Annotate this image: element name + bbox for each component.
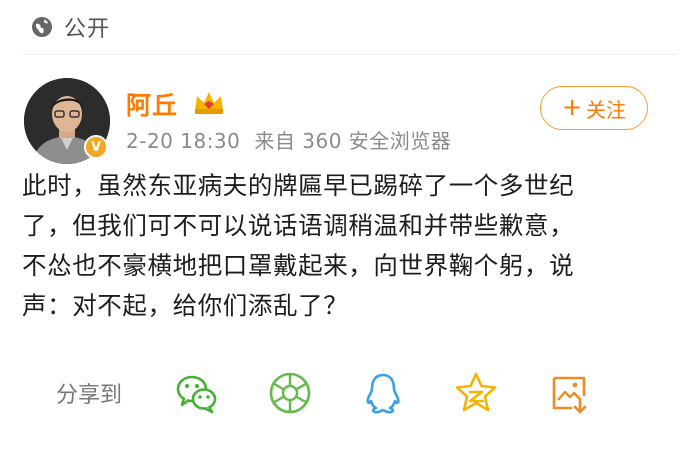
qzone-share-button[interactable] bbox=[453, 370, 499, 416]
author-name[interactable]: 阿丘 bbox=[126, 86, 178, 122]
post-line: 了，但我们可不可以说话语调稍温和并带些歉意， bbox=[22, 211, 575, 240]
moments-share-button[interactable] bbox=[267, 370, 313, 416]
follow-button[interactable]: + 关注 bbox=[540, 86, 648, 130]
save-image-icon bbox=[552, 376, 587, 414]
qq-share-button[interactable] bbox=[360, 370, 406, 416]
moments-icon bbox=[269, 372, 311, 414]
share-label: 分享到 bbox=[56, 383, 123, 408]
wechat-share-button[interactable] bbox=[174, 370, 220, 416]
globe-icon bbox=[32, 17, 52, 37]
post-line: 此时，虽然东亚病夫的牌匾早已踢碎了一个多世纪 bbox=[22, 171, 575, 200]
visibility-label: 公开 bbox=[64, 17, 111, 42]
post-time: 2-20 18:30 bbox=[126, 129, 241, 153]
follow-label: 关注 bbox=[586, 97, 627, 122]
save-image-button[interactable] bbox=[546, 370, 592, 416]
visibility-indicator: 公开 bbox=[30, 10, 110, 44]
post-text: 此时，虽然东亚病夫的牌匾早已踢碎了一个多世纪 了，但我们可不可以说话语调稍温和并… bbox=[22, 166, 682, 326]
qzone-icon bbox=[455, 372, 497, 412]
post-source[interactable]: 来自 360 安全浏览器 bbox=[254, 129, 451, 153]
wechat-icon bbox=[176, 375, 217, 414]
post-line: 不怂也不豪横地把口罩戴起来，向世界鞠个躬，说 bbox=[22, 251, 575, 280]
post-line: 声：对不起，给你们添乱了？ bbox=[22, 291, 349, 320]
qq-icon bbox=[366, 373, 400, 414]
verified-v-icon: V bbox=[84, 135, 108, 159]
post-meta: 2-20 18:30 来自 360 安全浏览器 bbox=[126, 125, 451, 154]
share-bar: 分享到 bbox=[56, 370, 592, 416]
crown-member-icon bbox=[195, 92, 223, 114]
plus-icon: + bbox=[561, 93, 583, 121]
divider bbox=[22, 54, 678, 55]
